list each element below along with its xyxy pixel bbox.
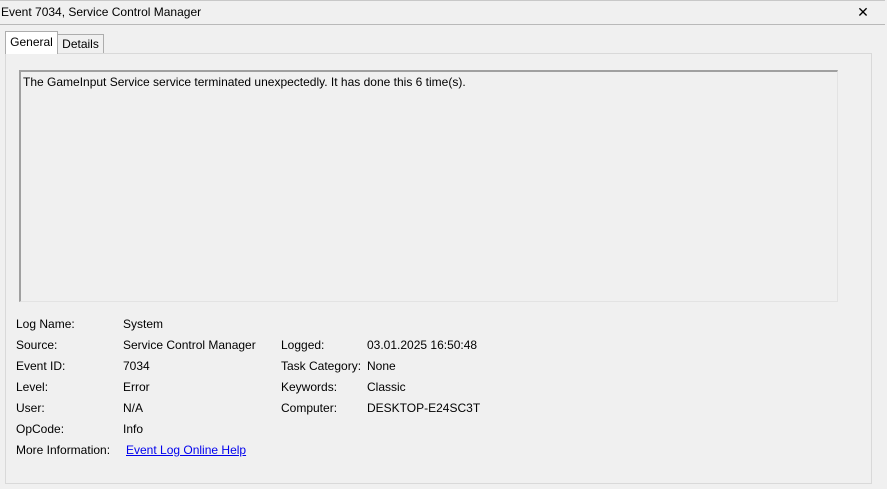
user-value: N/A bbox=[123, 401, 144, 415]
computer-label: Computer: bbox=[281, 401, 338, 415]
log-name-value: System bbox=[123, 317, 164, 331]
event-description-box[interactable]: The GameInput Service service terminated… bbox=[19, 70, 838, 302]
general-panel: The GameInput Service service terminated… bbox=[5, 53, 872, 484]
log-name-label: Log Name: bbox=[16, 317, 75, 331]
close-icon[interactable]: ✕ bbox=[855, 3, 871, 21]
opcode-label: OpCode: bbox=[16, 422, 65, 436]
tab-details[interactable]: Details bbox=[57, 34, 104, 54]
event-id-value: 7034 bbox=[123, 359, 150, 373]
opcode-value: Info bbox=[123, 422, 144, 436]
keywords-value: Classic bbox=[367, 380, 406, 394]
source-label: Source: bbox=[16, 338, 58, 352]
level-value: Error bbox=[123, 380, 150, 394]
user-label: User: bbox=[16, 401, 45, 415]
task-category-label: Task Category: bbox=[281, 359, 362, 373]
event-properties-window: Event 7034, Service Control Manager ✕ Ge… bbox=[0, 0, 887, 489]
logged-label: Logged: bbox=[281, 338, 325, 352]
event-log-online-help-link[interactable]: Event Log Online Help bbox=[126, 443, 246, 457]
title-bar: Event 7034, Service Control Manager ✕ bbox=[0, 0, 885, 25]
computer-value: DESKTOP-E24SC3T bbox=[367, 401, 481, 415]
source-value: Service Control Manager bbox=[123, 338, 256, 352]
logged-value: 03.01.2025 16:50:48 bbox=[367, 338, 478, 352]
event-id-label: Event ID: bbox=[16, 359, 66, 373]
task-category-value: None bbox=[367, 359, 396, 373]
level-label: Level: bbox=[16, 380, 49, 394]
window-title: Event 7034, Service Control Manager bbox=[1, 5, 202, 19]
more-information-label: More Information: bbox=[16, 443, 111, 457]
keywords-label: Keywords: bbox=[281, 380, 338, 394]
tab-general[interactable]: General bbox=[5, 31, 58, 54]
